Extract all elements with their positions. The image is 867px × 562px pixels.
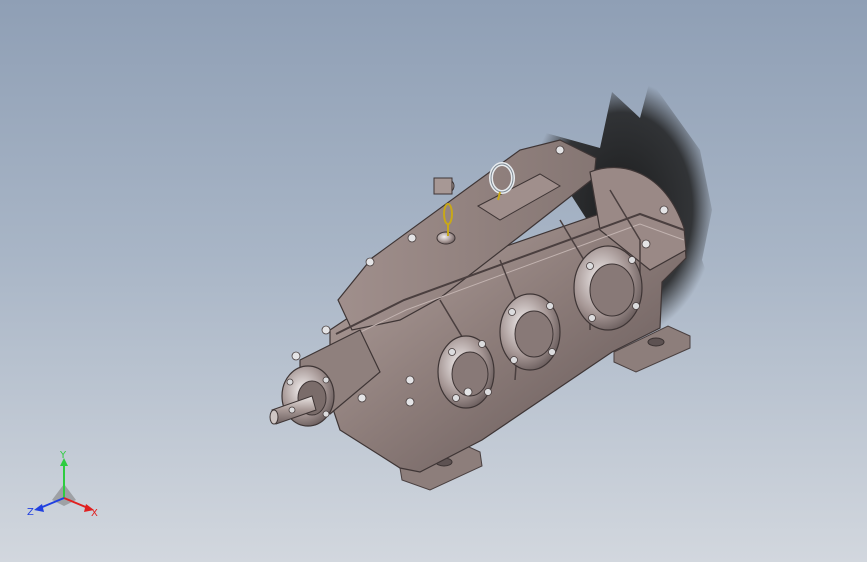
model-canvas (269, 80, 716, 491)
z-axis-arrow-icon (34, 504, 44, 512)
axis-triad[interactable]: Y Z X (24, 450, 104, 530)
x-axis-label: X (91, 508, 98, 519)
z-axis-label: Z (27, 507, 34, 518)
3d-viewport[interactable]: Y Z X (0, 0, 867, 562)
gear-reducer-model[interactable] (269, 139, 691, 491)
y-axis-label: Y (59, 450, 67, 461)
